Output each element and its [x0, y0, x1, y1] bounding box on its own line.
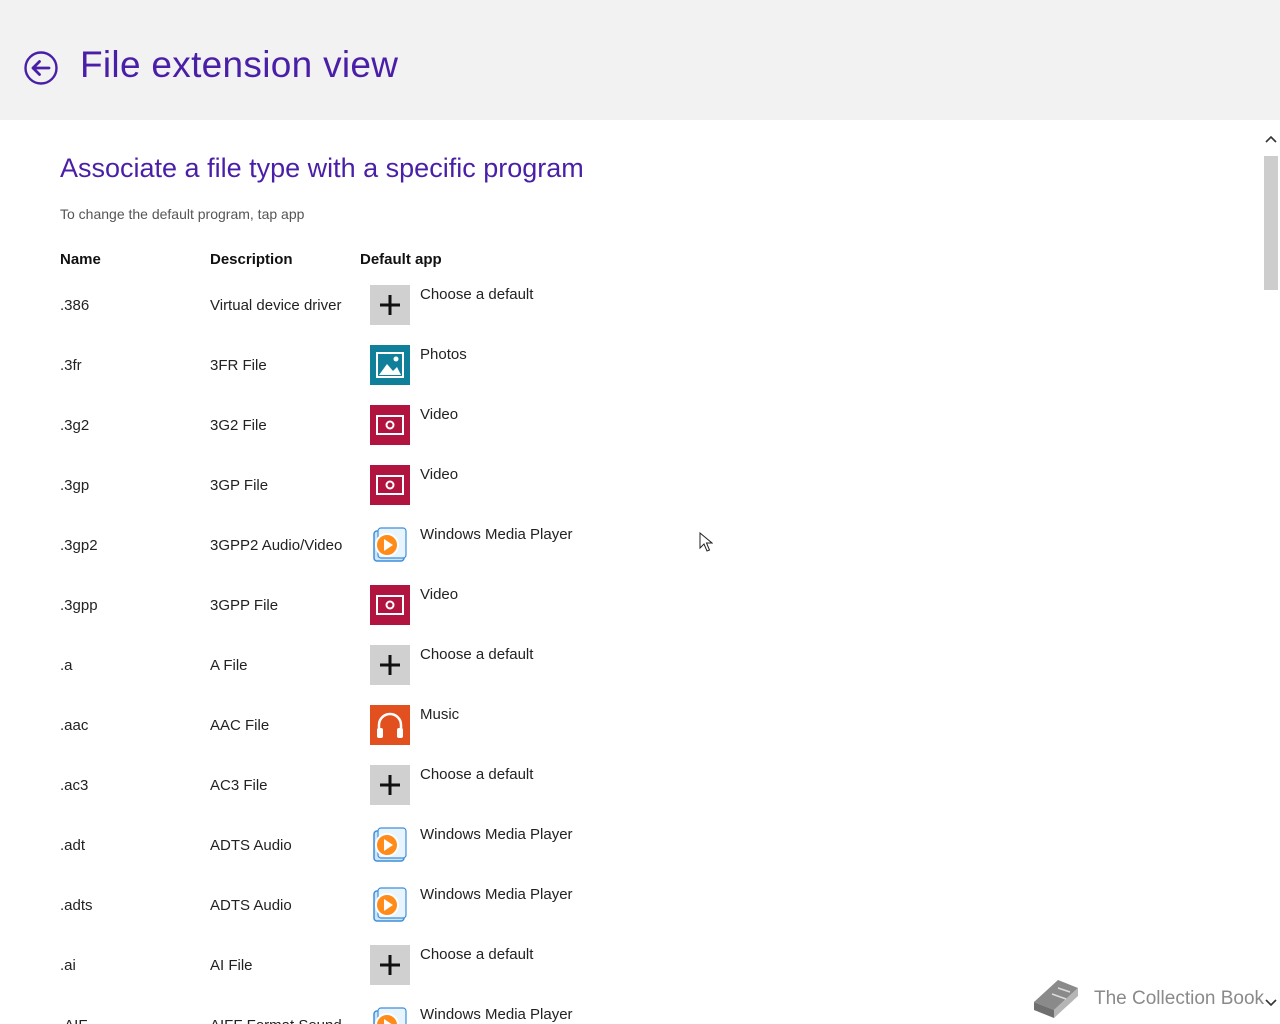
- vertical-scrollbar[interactable]: [1262, 120, 1280, 1024]
- table-row: .a A File Choose a default: [0, 635, 1262, 695]
- file-description: Virtual device driver: [210, 297, 342, 314]
- page-title: File extension view: [80, 44, 399, 85]
- file-extension: .adts: [60, 897, 93, 914]
- file-extension: .386: [60, 297, 90, 314]
- default-app-button[interactable]: Choose a default: [370, 945, 630, 985]
- default-app-label: Windows Media Player: [420, 886, 573, 903]
- table-row: .ac3 AC3 File Choose a default: [0, 755, 1262, 815]
- watermark: The Collection Book: [1028, 974, 1268, 1024]
- default-app-button[interactable]: Windows Media Player: [370, 1005, 630, 1024]
- plus-icon: [370, 765, 410, 805]
- default-app-button[interactable]: Windows Media Player: [370, 525, 630, 565]
- music-icon: [370, 705, 410, 745]
- book-icon: [1034, 980, 1078, 1018]
- windows-media-player-icon: [373, 887, 407, 922]
- file-description: AAC File: [210, 717, 270, 734]
- default-app-button[interactable]: Choose a default: [370, 645, 630, 685]
- default-app-button[interactable]: Windows Media Player: [370, 825, 630, 865]
- file-extension: .3gp2: [60, 537, 98, 554]
- table-row: .3gp 3GP File Video: [0, 455, 1262, 515]
- plus-icon: [370, 285, 410, 325]
- windows-media-player-icon: [373, 827, 407, 862]
- default-app-label: Music: [420, 706, 460, 723]
- file-description: AIFF Format Sound: [210, 1017, 342, 1024]
- default-app-button[interactable]: Video: [370, 585, 630, 625]
- default-app-button[interactable]: Video: [370, 405, 630, 445]
- file-description: ADTS Audio: [210, 837, 292, 854]
- file-description: ADTS Audio: [210, 897, 292, 914]
- column-header-name: Name: [60, 251, 101, 268]
- table-row: .adt ADTS Audio Windows Media Player: [0, 815, 1262, 875]
- file-description: 3FR File: [210, 357, 267, 374]
- default-app-button[interactable]: Music: [370, 705, 630, 745]
- file-description: AC3 File: [210, 777, 268, 794]
- windows-media-player-icon: [373, 1007, 407, 1024]
- file-extension: .3gp: [60, 477, 90, 494]
- file-description: AI File: [210, 957, 253, 974]
- instruction-text: To change the default program, tap app: [60, 206, 305, 222]
- file-description: 3GP File: [210, 477, 269, 494]
- file-extension: .ai: [60, 957, 76, 974]
- video-icon: [370, 405, 410, 445]
- default-app-label: Choose a default: [420, 646, 534, 663]
- file-extension: .AIF: [60, 1017, 88, 1024]
- table-row: .3gp2 3GPP2 Audio/Video Windows Media Pla…: [0, 515, 1262, 575]
- default-app-label: Video: [420, 466, 459, 483]
- section-title: Associate a file type with a specific pr…: [60, 153, 584, 183]
- watermark-text: The Collection Book: [1094, 988, 1265, 1009]
- default-app-label: Windows Media Player: [420, 526, 573, 543]
- back-arrow-circle-icon[interactable]: [24, 51, 58, 85]
- default-app-button[interactable]: Choose a default: [370, 765, 630, 805]
- default-app-button[interactable]: Photos: [370, 345, 630, 385]
- file-type-list: .386 Virtual device driver Choose a defau…: [0, 275, 1262, 1024]
- column-header-default-app: Default app: [360, 251, 442, 268]
- file-extension: .3gpp: [60, 597, 98, 614]
- table-row: .3gpp 3GPP File Video: [0, 575, 1262, 635]
- windows-media-player-icon: [373, 527, 407, 562]
- default-app-button[interactable]: Video: [370, 465, 630, 505]
- default-app-button[interactable]: Windows Media Player: [370, 885, 630, 925]
- file-extension: .a: [60, 657, 73, 674]
- default-app-label: Windows Media Player: [420, 826, 573, 843]
- file-description: 3GPP2 Audio/Video: [210, 537, 343, 554]
- table-row: .3g2 3G2 File Video: [0, 395, 1262, 455]
- default-app-label: Video: [420, 406, 459, 423]
- file-extension: .ac3: [60, 777, 89, 794]
- file-description: 3GPP File: [210, 597, 279, 614]
- default-app-label: Photos: [420, 346, 467, 363]
- header-bar: File extension view: [0, 0, 1280, 120]
- file-extension: .adt: [60, 837, 86, 854]
- default-app-button[interactable]: Choose a default: [370, 285, 630, 325]
- table-row: .aac AAC File Music: [0, 695, 1262, 755]
- default-app-label: Windows Media Player: [420, 1006, 573, 1023]
- file-extension: .aac: [60, 717, 89, 734]
- default-app-label: Choose a default: [420, 286, 534, 303]
- table-row: .386 Virtual device driver Choose a defau…: [0, 275, 1262, 335]
- video-icon: [370, 465, 410, 505]
- table-row: .adts ADTS Audio Windows Media Player: [0, 875, 1262, 935]
- mouse-cursor-icon: [699, 532, 713, 552]
- file-extension: .3fr: [60, 357, 82, 374]
- video-icon: [370, 585, 410, 625]
- plus-icon: [370, 945, 410, 985]
- column-header-description: Description: [210, 251, 293, 268]
- default-app-label: Choose a default: [420, 766, 534, 783]
- table-row: .3fr 3FR File Photos: [0, 335, 1262, 395]
- scrollbar-thumb[interactable]: [1264, 156, 1278, 290]
- main-content: Associate a file type with a specific pr…: [0, 120, 1262, 1024]
- photos-icon: [370, 345, 410, 385]
- file-extension: .3g2: [60, 417, 90, 434]
- default-app-label: Video: [420, 586, 459, 603]
- plus-icon: [370, 645, 410, 685]
- file-description: A File: [210, 657, 248, 674]
- file-description: 3G2 File: [210, 417, 267, 434]
- default-app-label: Choose a default: [420, 946, 534, 963]
- scroll-up-chevron-icon[interactable]: [1265, 134, 1277, 146]
